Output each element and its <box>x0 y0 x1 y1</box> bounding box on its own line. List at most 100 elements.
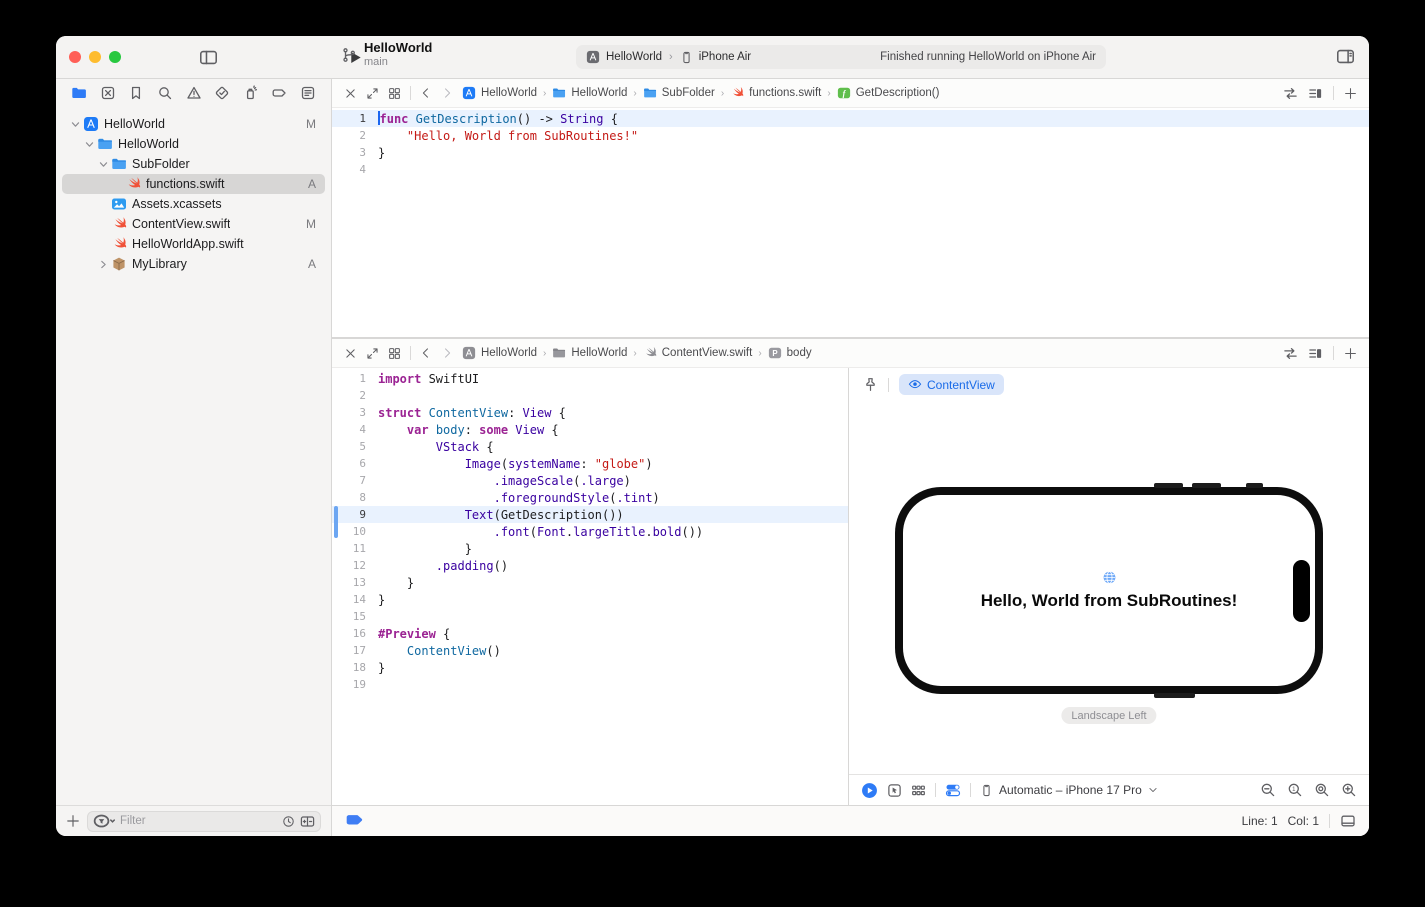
filter-options-icon[interactable] <box>93 810 115 832</box>
disclosure-open-icon[interactable] <box>96 160 110 169</box>
variants-mode-button[interactable] <box>911 783 926 798</box>
close-window-button[interactable] <box>69 51 81 63</box>
close-editor-button[interactable] <box>344 347 357 360</box>
live-preview-button[interactable] <box>861 782 878 799</box>
source-control-filter-icon[interactable] <box>300 814 315 829</box>
source-code-contentview-swift[interactable]: 1import SwiftUI23struct ContentView: Vie… <box>332 368 848 805</box>
navigator-tab-project[interactable] <box>69 83 89 103</box>
disclosure-open-icon[interactable] <box>68 120 82 129</box>
breadcrumb-segment[interactable]: HelloWorld <box>552 86 627 100</box>
breadcrumb-segment[interactable]: fGetDescription() <box>837 86 940 100</box>
back-button[interactable] <box>420 347 432 359</box>
breakpoints-toggle-button[interactable] <box>345 812 363 830</box>
zoom-window-button[interactable] <box>109 51 121 63</box>
variants-mode-button[interactable] <box>911 783 926 798</box>
file-row-helloworld[interactable]: HelloWorld <box>62 134 325 154</box>
back-button[interactable] <box>420 87 432 99</box>
zoom-in-button[interactable] <box>1341 782 1357 798</box>
toggle-debug-area-button[interactable] <box>1340 813 1356 829</box>
add-editor-button[interactable] <box>1344 347 1357 360</box>
navigator-tab-reports[interactable] <box>298 83 318 103</box>
preview-device-selector[interactable]: Automatic – iPhone 17 Pro <box>980 783 1158 797</box>
editor-layout-button[interactable] <box>388 347 401 360</box>
editor-layout-button[interactable] <box>388 347 401 360</box>
navigator-tab-debug[interactable] <box>241 83 261 103</box>
focus-editor-button[interactable] <box>366 87 379 100</box>
file-row-functions-swift[interactable]: functions.swiftA <box>62 174 325 194</box>
preview-viewport[interactable]: Hello, World from SubRoutines! Landscape… <box>849 401 1369 774</box>
code-review-button[interactable] <box>1283 86 1298 101</box>
navigator-tab-tests[interactable] <box>212 83 232 103</box>
add-editor-button[interactable] <box>1344 347 1357 360</box>
close-editor-button[interactable] <box>344 87 357 100</box>
forward-button[interactable] <box>441 87 453 99</box>
disclosure-open-icon[interactable] <box>82 140 96 149</box>
minimize-window-button[interactable] <box>89 51 101 63</box>
toggle-navigator-button[interactable] <box>197 47 219 67</box>
file-row-helloworldapp-swift[interactable]: HelloWorldApp.swift <box>62 234 325 254</box>
navigator-tab-bookmarks[interactable] <box>126 83 146 103</box>
disclosure-closed-icon[interactable] <box>96 260 110 269</box>
preview-tab-contentview[interactable]: ContentView <box>899 374 1004 395</box>
selectable-mode-button[interactable] <box>887 783 902 798</box>
file-row-mylibrary[interactable]: MyLibraryA <box>62 254 325 274</box>
editor-options-button[interactable] <box>1308 346 1323 361</box>
breadcrumb-segment[interactable]: SubFolder <box>643 86 715 100</box>
zoom-actual-size-button[interactable]: 1 <box>1287 782 1303 798</box>
forward-button[interactable] <box>441 347 453 359</box>
focus-editor-button[interactable] <box>366 87 379 100</box>
focus-editor-button[interactable] <box>366 347 379 360</box>
editor-options-button[interactable] <box>1308 346 1323 361</box>
scheme-destination-pill[interactable]: HelloWorld › iPhone Air Finished running… <box>576 45 1106 69</box>
breakpoints-toggle-button[interactable] <box>345 812 363 830</box>
navigator-tab-source-control[interactable] <box>98 83 118 103</box>
filter-field[interactable]: Filter <box>87 811 321 832</box>
file-row-subfolder[interactable]: SubFolder <box>62 154 325 174</box>
recent-files-icon[interactable] <box>282 815 295 828</box>
zoom-to-fit-button[interactable] <box>1314 782 1330 798</box>
add-item-button[interactable] <box>66 814 80 828</box>
focus-editor-button[interactable] <box>366 347 379 360</box>
source-code-functions-swift[interactable]: 1func GetDescription() -> String {2 "Hel… <box>332 108 1369 337</box>
file-row-contentview-swift[interactable]: ContentView.swiftM <box>62 214 325 234</box>
device-settings-button[interactable] <box>945 782 961 798</box>
recent-files-icon[interactable] <box>282 815 295 828</box>
editor-options-button[interactable] <box>1308 86 1323 101</box>
zoom-out-button[interactable] <box>1260 782 1276 798</box>
back-button[interactable] <box>420 347 432 359</box>
breadcrumb-segment[interactable]: HelloWorld <box>552 346 627 360</box>
navigator-tab-breakpoints[interactable] <box>269 83 289 103</box>
breadcrumb-segment[interactable]: Pbody <box>768 346 812 360</box>
pin-preview-icon[interactable] <box>863 377 878 392</box>
filter-options-icon[interactable] <box>93 810 115 832</box>
code-review-button[interactable] <box>1283 86 1298 101</box>
navigator-tab-issues[interactable] <box>184 83 204 103</box>
breadcrumb-segment[interactable]: ContentView.swift <box>643 346 753 360</box>
zoom-in-button[interactable] <box>1341 782 1357 798</box>
breadcrumb-segment[interactable]: functions.swift <box>730 86 821 100</box>
code-review-button[interactable] <box>1283 346 1298 361</box>
selectable-mode-button[interactable] <box>887 783 902 798</box>
close-editor-button[interactable] <box>344 87 357 100</box>
zoom-out-button[interactable] <box>1260 782 1276 798</box>
zoom-actual-size-button[interactable]: 1 <box>1287 782 1303 798</box>
breadcrumb-segment[interactable]: HelloWorld <box>462 86 537 100</box>
editor-layout-button[interactable] <box>388 87 401 100</box>
device-settings-button[interactable] <box>945 782 961 798</box>
editor-options-button[interactable] <box>1308 86 1323 101</box>
editor-layout-button[interactable] <box>388 87 401 100</box>
file-row-helloworld[interactable]: HelloWorldM <box>62 114 325 134</box>
close-editor-button[interactable] <box>344 347 357 360</box>
live-preview-button[interactable] <box>861 782 878 799</box>
navigator-tab-find[interactable] <box>155 83 175 103</box>
breadcrumb-segment[interactable]: HelloWorld <box>462 346 537 360</box>
file-row-assets-xcassets[interactable]: Assets.xcassets <box>62 194 325 214</box>
toggle-debug-area-button[interactable] <box>1340 813 1356 829</box>
forward-button[interactable] <box>441 347 453 359</box>
pin-preview-icon[interactable] <box>863 377 878 392</box>
add-editor-button[interactable] <box>1344 87 1357 100</box>
source-control-filter-icon[interactable] <box>300 814 315 829</box>
back-button[interactable] <box>420 87 432 99</box>
zoom-to-fit-button[interactable] <box>1314 782 1330 798</box>
add-item-button[interactable] <box>66 814 80 828</box>
